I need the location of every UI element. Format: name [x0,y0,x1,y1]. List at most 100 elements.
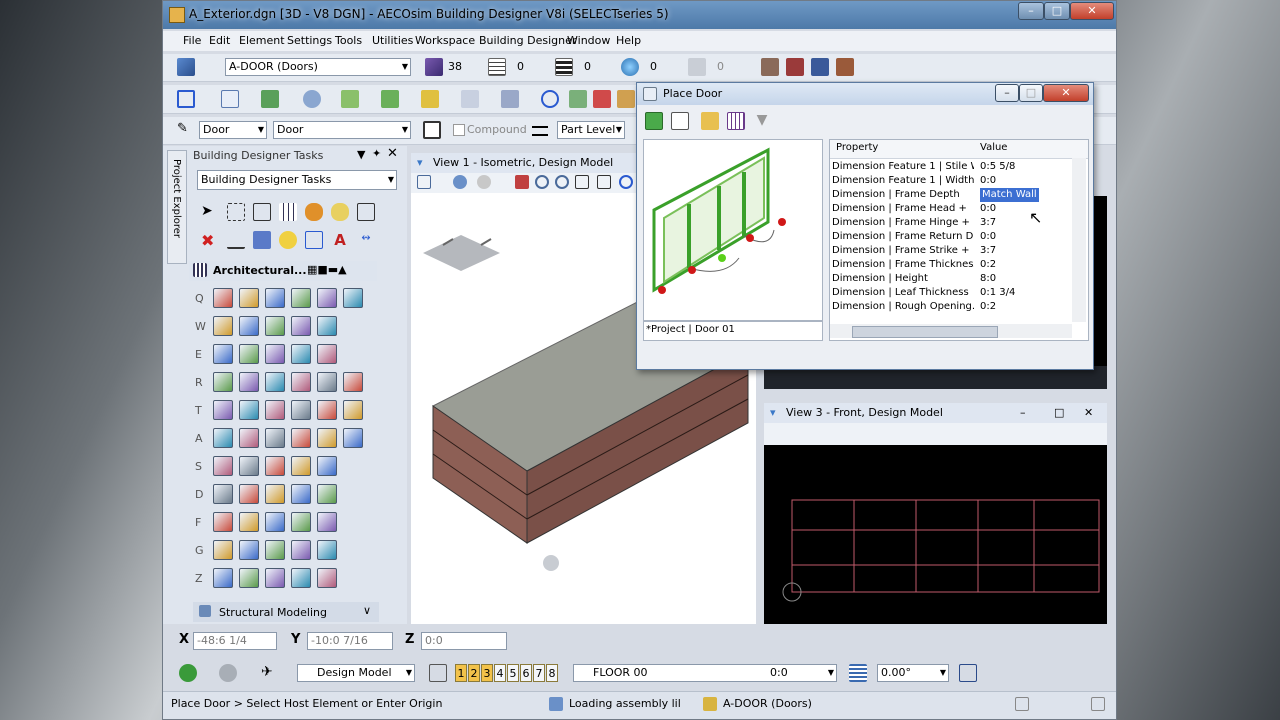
architectural-tool-icon[interactable] [291,540,311,560]
accudraw-icon[interactable] [501,90,519,108]
property-row[interactable]: Dimension | Rough Opening... 0:2 [830,300,1068,314]
delete-icon[interactable]: ✖ [201,231,219,250]
transparency-value[interactable]: 0 [650,60,657,73]
architectural-tool-icon[interactable] [265,316,285,336]
architectural-tool-icon[interactable] [213,428,233,448]
architectural-tool-icon[interactable] [291,456,311,476]
architectural-tool-icon[interactable] [239,540,259,560]
view-attributes-icon[interactable] [417,175,431,189]
architectural-tool-icon[interactable] [291,568,311,588]
architectural-tool-icon[interactable] [239,568,259,588]
property-value[interactable]: 0:0 [980,174,996,188]
architectural-tool-icon[interactable] [239,288,259,308]
type-field[interactable]: *Project | Door 01 [643,321,823,341]
menu-workspace[interactable]: Workspace [415,34,475,47]
architectural-tool-icon[interactable] [343,372,363,392]
architectural-tool-icon[interactable] [317,568,337,588]
fence-icon[interactable] [227,203,245,221]
architectural-tool-icon[interactable] [265,344,285,364]
view-button-6[interactable]: 6 [520,664,532,682]
architectural-tool-icon[interactable] [291,400,311,420]
menu-tools[interactable]: Tools [335,34,362,47]
architectural-tool-icon[interactable] [291,484,311,504]
view-3-maximize-icon[interactable]: □ [1054,403,1064,423]
scrollbar-thumb[interactable] [852,326,998,338]
light-icon[interactable] [331,203,349,221]
line-weight-icon[interactable] [555,58,573,76]
attach-icon[interactable] [671,112,689,130]
update-icon[interactable] [515,175,529,189]
architectural-tool-icon[interactable] [213,540,233,560]
architectural-tool-icon[interactable] [343,288,363,308]
rectangle-icon[interactable] [305,231,323,249]
architectural-tool-icon[interactable] [317,372,337,392]
architectural-tool-icon[interactable] [317,456,337,476]
toolbox-icon[interactable] [617,90,635,108]
architectural-tool-icon[interactable] [343,400,363,420]
dialog-minimize-button[interactable]: – [995,84,1019,102]
property-value[interactable]: 3:7 [980,216,996,230]
horizontal-scrollbar[interactable] [830,324,1072,338]
line-weight-bar-icon[interactable] [532,126,548,136]
architectural-tool-icon[interactable] [213,316,233,336]
model-combo[interactable]: Design Model ▼ [297,664,415,682]
status-tool-icon[interactable] [1015,697,1029,711]
view-button-3[interactable]: 3 [481,664,493,682]
view-button-1[interactable]: 1 [455,664,467,682]
view-button-4[interactable]: 4 [494,664,506,682]
view-3-minimize-icon[interactable]: – [1020,403,1026,423]
architectural-tool-icon[interactable] [213,288,233,308]
architectural-tool-icon[interactable] [213,400,233,420]
property-value[interactable]: 0:2 [980,258,996,272]
model-icon[interactable]: ✈ [261,664,279,682]
lock-icon[interactable] [703,697,717,711]
attribute-tool-4-icon[interactable] [836,58,854,76]
architectural-tool-icon[interactable] [317,540,337,560]
architectural-tool-icon[interactable] [213,372,233,392]
architectural-tool-icon[interactable] [291,428,311,448]
priority-value[interactable]: 0 [717,60,724,73]
architectural-tool-icon[interactable] [317,400,337,420]
z-field[interactable]: 0:0 [421,632,507,650]
property-row[interactable]: Dimension | Height 8:0 [830,272,1068,286]
floor-combo[interactable]: FLOOR 00 0:0 ▼ [573,664,837,682]
snap-icon[interactable] [461,90,479,108]
image-icon[interactable] [341,90,359,108]
info-icon[interactable] [541,90,559,108]
property-value[interactable]: 0:5 5/8 [980,160,1015,174]
architectural-tool-icon[interactable] [239,512,259,532]
architectural-tool-icon[interactable] [213,484,233,504]
vertical-scrollbar[interactable] [1072,158,1086,322]
floor-stack-icon[interactable] [849,664,867,682]
view-button-7[interactable]: 7 [533,664,545,682]
layers-icon[interactable] [381,90,399,108]
view-button-8[interactable]: 8 [546,664,558,682]
architectural-tool-icon[interactable] [239,316,259,336]
pencil-icon[interactable]: ✎ [177,121,195,139]
architectural-tool-icon[interactable] [265,484,285,504]
lights-icon[interactable] [477,175,491,189]
view-3[interactable]: ▾ View 3 - Front, Design Model – □ ✕ [764,403,1107,624]
architectural-tool-icon[interactable] [317,484,337,504]
property-value[interactable]: Match Wall [980,188,1039,202]
architectural-tool-icon[interactable] [239,456,259,476]
architectural-tool-icon[interactable] [317,428,337,448]
edit-properties-icon[interactable] [701,112,719,130]
y-field[interactable]: -10:0 7/16 [307,632,393,650]
menu-utilities[interactable]: Utilities [372,34,413,47]
level-combo[interactable]: A-DOOR (Doors) ▼ [225,58,411,76]
text-icon[interactable]: A [331,231,349,249]
architectural-tool-icon[interactable] [265,372,285,392]
property-row[interactable]: Dimension | Frame Strike + 3:7 [830,244,1068,258]
architectural-tool-icon[interactable] [291,344,311,364]
copy-icon[interactable] [221,90,239,108]
project-explorer-tab[interactable]: Project Explorer [167,150,187,264]
architectural-tool-icon[interactable] [239,428,259,448]
architectural-tool-icon[interactable] [291,372,311,392]
architectural-tool-icon[interactable] [317,344,337,364]
back-icon[interactable] [179,664,197,682]
architectural-tool-icon[interactable] [317,512,337,532]
architectural-tool-icon[interactable] [213,512,233,532]
view-button-5[interactable]: 5 [507,664,519,682]
place-smartline-icon[interactable] [253,203,271,221]
